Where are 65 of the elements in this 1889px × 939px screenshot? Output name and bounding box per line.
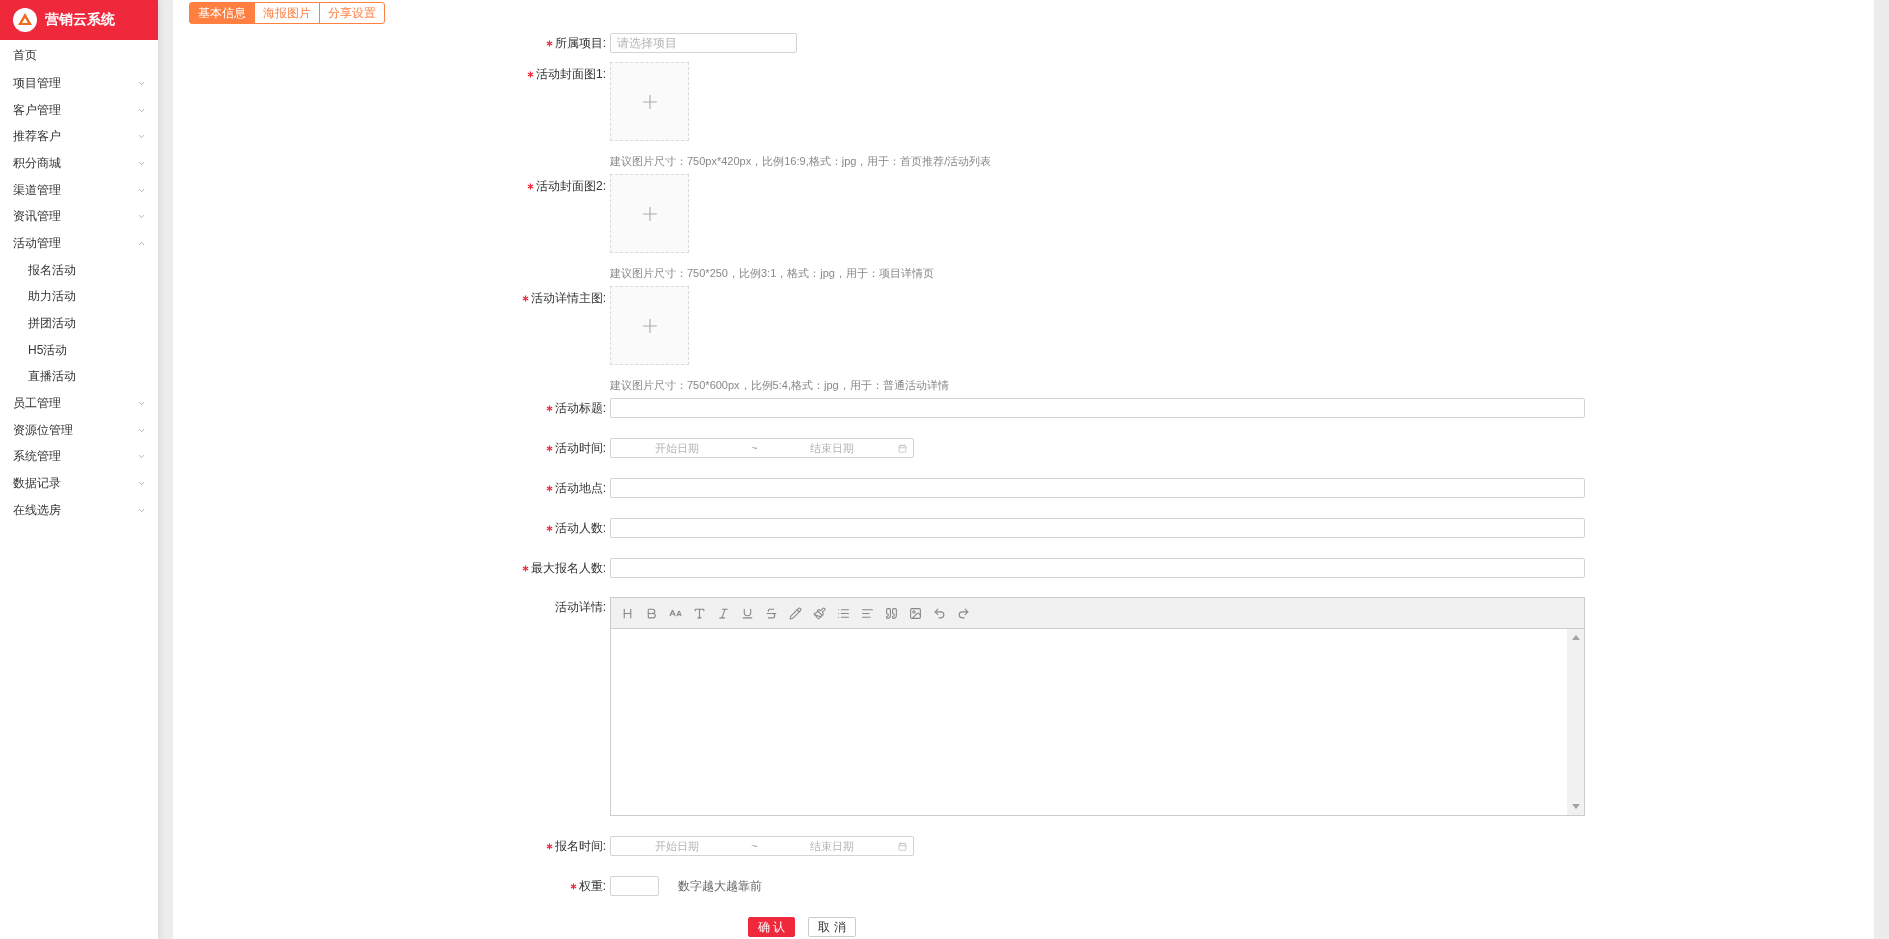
menu-item[interactable]: 数据记录	[0, 470, 158, 497]
scrollbar[interactable]	[1567, 629, 1584, 815]
field-label: 活动详情主图:	[530, 289, 606, 307]
logo-icon	[13, 8, 37, 32]
text-input[interactable]	[610, 518, 1585, 538]
menu-item[interactable]: 首页	[0, 41, 158, 70]
quote-icon[interactable]	[885, 606, 898, 620]
menu-item[interactable]: 客户管理	[0, 96, 158, 124]
undo-icon[interactable]	[933, 606, 946, 620]
field-label: 报名时间:	[554, 837, 606, 855]
scroll-down-icon[interactable]	[1571, 804, 1580, 809]
align-left-icon[interactable]	[861, 606, 874, 620]
paintbrush-icon[interactable]	[813, 606, 826, 620]
list-icon[interactable]	[837, 606, 850, 620]
text-input[interactable]	[610, 478, 1585, 498]
underline-icon[interactable]	[741, 606, 754, 620]
field-label: 所属项目:	[554, 34, 606, 52]
menu-item[interactable]: 项目管理	[0, 70, 158, 97]
field-label: 活动人数:	[554, 519, 606, 537]
menu-item[interactable]: 推荐客户	[0, 123, 158, 151]
app-title: 营销云系统	[45, 11, 115, 29]
field-label: 活动标题:	[554, 399, 606, 417]
upload-hint: 建议图片尺寸：750px*420px，比例16:9,格式：jpg，用于：首页推荐/活动列表	[610, 154, 992, 168]
field-label: 活动地点:	[554, 479, 606, 497]
field-label: 活动详情:	[554, 598, 606, 616]
pencil-icon[interactable]	[789, 606, 802, 620]
submenu-item[interactable]: 拼团活动	[0, 310, 158, 337]
image-icon[interactable]	[909, 606, 922, 620]
italic-icon[interactable]	[717, 606, 730, 620]
field-label: 活动封面图2:	[536, 177, 606, 195]
range-separator: ~	[750, 840, 759, 852]
menu-item[interactable]: 积分商城	[0, 150, 158, 177]
heading-icon[interactable]	[621, 606, 634, 620]
calendar-icon	[898, 841, 907, 851]
range-separator: ~	[750, 442, 759, 454]
scroll-up-icon[interactable]	[1571, 635, 1580, 640]
strikethrough-icon[interactable]	[765, 606, 778, 620]
submenu-item[interactable]: 直播活动	[0, 363, 158, 391]
calendar-icon	[898, 443, 907, 453]
submenu-item[interactable]: H5活动	[0, 336, 158, 364]
submenu-item[interactable]: 报名活动	[0, 256, 158, 284]
upload-hint: 建议图片尺寸：750*250，比例3:1，格式：jpg，用于：项目详情页	[610, 266, 934, 280]
weight-input[interactable]	[610, 876, 659, 896]
confirm-button[interactable]: 确 认	[748, 917, 796, 937]
menu-item[interactable]: 渠道管理	[0, 176, 158, 204]
menu-item[interactable]: 资源位管理	[0, 416, 158, 444]
field-label: 最大报名人数:	[530, 559, 606, 577]
menu-item[interactable]: 活动管理	[0, 230, 158, 257]
font-icon[interactable]	[693, 606, 706, 620]
weight-hint: 数字越大越靠前	[678, 877, 762, 895]
upload-hint: 建议图片尺寸：750*600px，比例5:4,格式：jpg，用于：普通活动详情	[610, 378, 949, 392]
text-input[interactable]	[610, 558, 1585, 578]
cancel-button[interactable]: 取 消	[808, 917, 856, 937]
field-label: 活动时间:	[554, 439, 606, 457]
submenu-item[interactable]: 助力活动	[0, 283, 158, 311]
redo-icon[interactable]	[957, 606, 970, 620]
project-select[interactable]: 请选择项目	[610, 33, 797, 53]
menu-item[interactable]: 系统管理	[0, 443, 158, 471]
text-input[interactable]	[610, 398, 1585, 418]
menu-item[interactable]: 资讯管理	[0, 203, 158, 231]
menu-item[interactable]: 员工管理	[0, 390, 158, 417]
menu-item[interactable]: 在线选房	[0, 497, 158, 524]
field-label: 活动封面图1:	[536, 65, 606, 83]
field-label: 权重:	[578, 877, 606, 895]
bold-icon[interactable]	[645, 606, 658, 620]
